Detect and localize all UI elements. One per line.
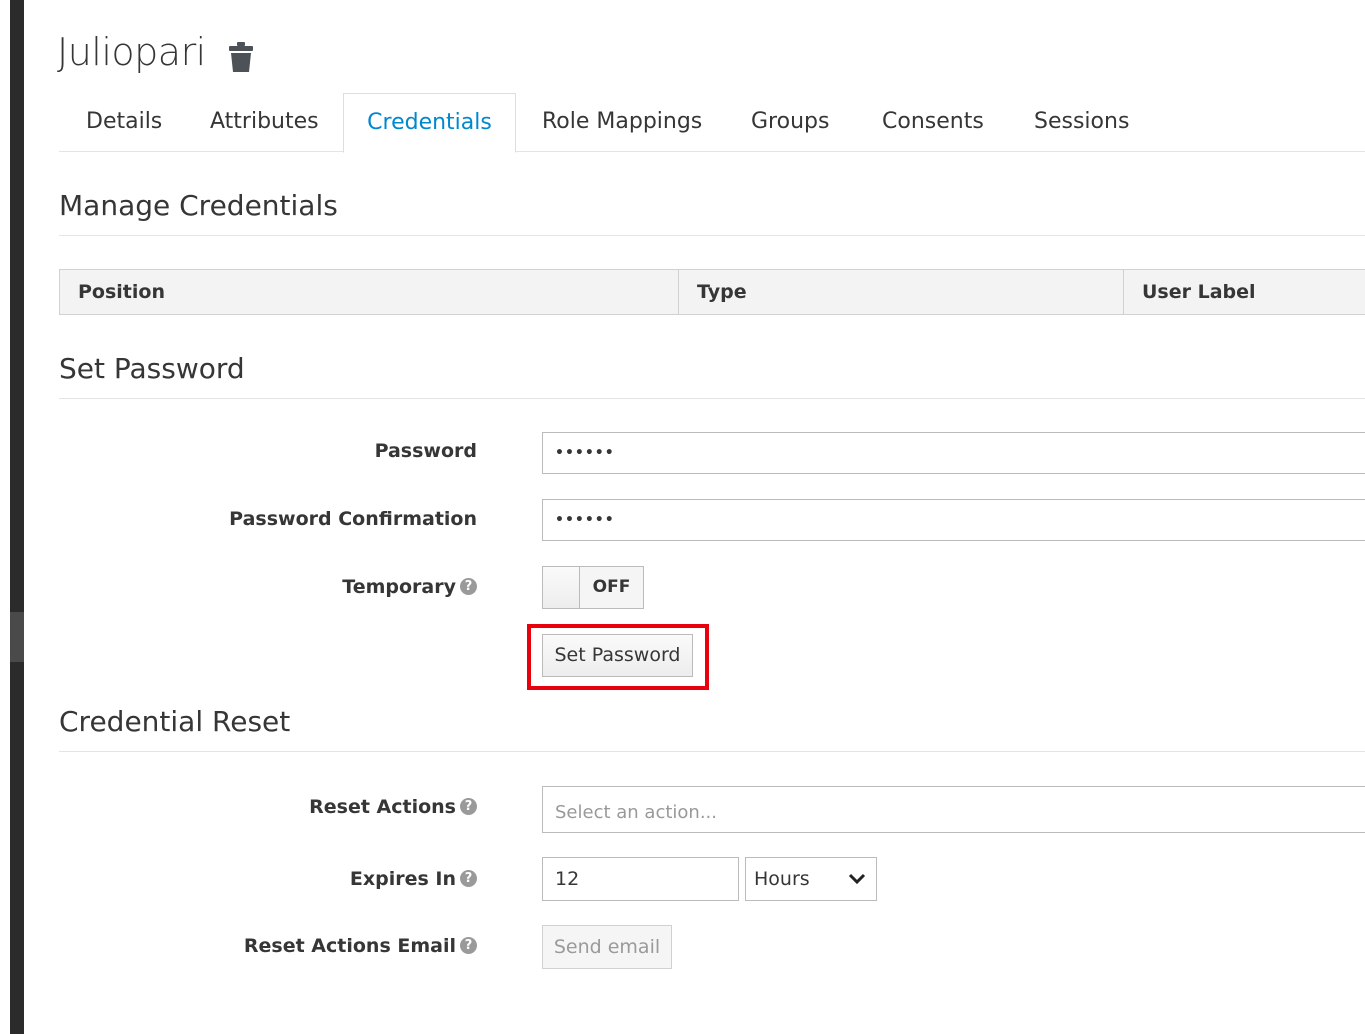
section-divider: [59, 398, 1365, 399]
tab-consents[interactable]: Consents: [882, 93, 984, 152]
credential-reset-title: Credential Reset: [59, 705, 291, 738]
tab-bar: Details Attributes Credentials Role Mapp…: [59, 93, 1365, 153]
reset-actions-select[interactable]: Select an action...: [542, 786, 1365, 833]
left-rail: [10, 0, 24, 1034]
tab-role-mappings[interactable]: Role Mappings: [542, 93, 702, 152]
help-icon[interactable]: ?: [460, 577, 477, 595]
toggle-knob: [543, 567, 580, 608]
expires-in-input[interactable]: 12: [542, 857, 739, 901]
help-icon[interactable]: ?: [460, 869, 477, 887]
help-icon[interactable]: ?: [460, 797, 477, 815]
tab-sessions[interactable]: Sessions: [1034, 93, 1129, 152]
toggle-state: OFF: [592, 577, 631, 597]
tab-attributes[interactable]: Attributes: [210, 93, 319, 152]
set-password-button[interactable]: Set Password: [542, 634, 693, 677]
trash-icon[interactable]: [227, 41, 255, 73]
password-field[interactable]: ••••••: [542, 432, 1365, 474]
column-type: Type: [679, 270, 1124, 314]
reset-actions-email-label-text: Reset Actions Email: [243, 935, 456, 957]
password-confirmation-label: Password Confirmation: [229, 508, 477, 530]
page-title: Juliopari: [57, 30, 206, 74]
credentials-table-header: Position Type User Label: [59, 269, 1365, 315]
expires-in-label-text: Expires In: [349, 868, 456, 890]
tab-credentials[interactable]: Credentials: [343, 93, 516, 153]
reset-actions-email-label: Reset Actions Email?: [244, 935, 477, 957]
expires-unit-value: Hours: [754, 868, 810, 890]
password-label: Password: [374, 440, 477, 462]
reset-actions-label: Reset Actions?: [309, 796, 477, 818]
column-position: Position: [60, 270, 679, 314]
tab-groups[interactable]: Groups: [751, 93, 829, 152]
tab-details[interactable]: Details: [86, 93, 162, 152]
chevron-down-icon: [848, 873, 866, 885]
section-divider: [59, 235, 1365, 236]
set-password-title: Set Password: [59, 352, 245, 385]
reset-actions-label-text: Reset Actions: [309, 796, 456, 818]
expires-in-label: Expires In?: [350, 868, 477, 890]
temporary-label: Temporary?: [342, 576, 477, 598]
left-rail-notch: [10, 612, 24, 662]
send-email-button[interactable]: Send email: [542, 925, 672, 969]
expires-unit-select[interactable]: Hours: [745, 857, 877, 901]
temporary-label-text: Temporary: [342, 576, 456, 598]
column-user-label: User Label: [1142, 281, 1256, 303]
section-divider: [59, 751, 1365, 752]
temporary-toggle[interactable]: OFF: [542, 566, 644, 609]
help-icon[interactable]: ?: [460, 936, 477, 954]
password-confirmation-field[interactable]: ••••••: [542, 499, 1365, 541]
manage-credentials-title: Manage Credentials: [59, 189, 338, 222]
